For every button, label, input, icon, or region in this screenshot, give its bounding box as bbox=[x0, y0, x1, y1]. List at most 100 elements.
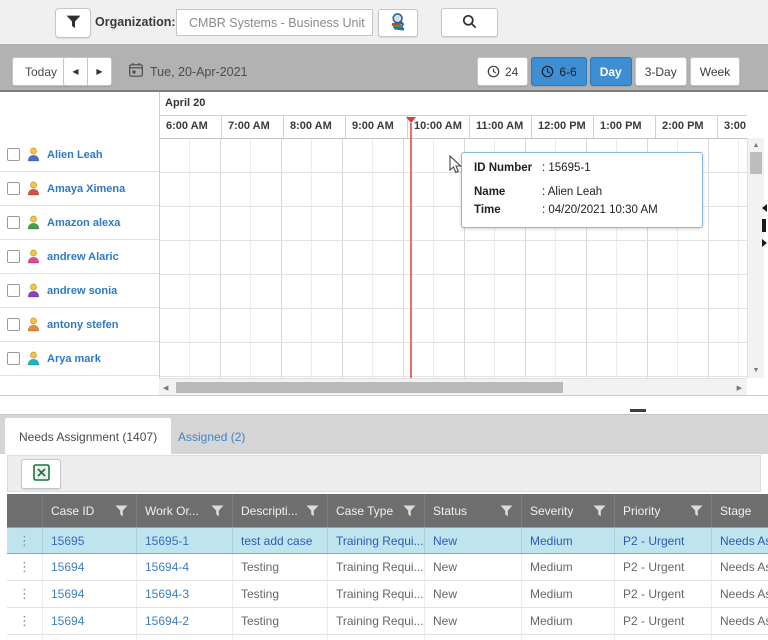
scroll-left-icon[interactable]: ◀ bbox=[163, 384, 168, 392]
resource-checkbox[interactable] bbox=[7, 318, 20, 331]
filter-icon[interactable] bbox=[593, 505, 606, 517]
cell-caseId[interactable]: 15694 bbox=[43, 554, 137, 580]
resource-name[interactable]: andrew Alaric bbox=[47, 251, 119, 263]
person-icon bbox=[27, 181, 40, 196]
case-row[interactable]: ⋮ 15695 15695-1 test add case Training Requi… bbox=[7, 527, 768, 554]
cell-workOrder[interactable]: 15694-4 bbox=[137, 554, 233, 580]
row-menu-button[interactable]: ⋮ bbox=[7, 528, 43, 553]
resource-checkbox[interactable] bbox=[7, 216, 20, 229]
side-panel-splitter[interactable] bbox=[762, 204, 768, 247]
view-button-3-day[interactable]: 3-Day bbox=[634, 57, 687, 86]
view-button-week[interactable]: Week bbox=[689, 57, 741, 86]
view-button-24[interactable]: 24 bbox=[477, 57, 529, 86]
column-header-description[interactable]: Descripti... bbox=[233, 494, 328, 527]
case-row[interactable]: ⋮ 15694 15694-4 Testing Training Requi... New… bbox=[7, 554, 768, 581]
hour-label: 10:00 AM bbox=[407, 116, 469, 138]
person-icon bbox=[27, 351, 40, 366]
cell-severity: Medium bbox=[522, 554, 615, 580]
hour-label: 1:00 PM bbox=[593, 116, 655, 138]
case-row[interactable]: ⋮ 15694 15694-2 Testing Training Requi... New… bbox=[7, 608, 768, 635]
cell-caseId[interactable]: 15694 bbox=[43, 608, 137, 634]
vertical-scrollbar-thumb[interactable] bbox=[750, 152, 762, 174]
export-excel-button[interactable] bbox=[21, 459, 61, 489]
cell-stage: Needs As bbox=[720, 560, 768, 574]
organization-input[interactable]: CMBR Systems - Business Unit bbox=[176, 9, 373, 36]
previous-day-button[interactable]: ◀ bbox=[63, 57, 88, 86]
view-button-day[interactable]: Day bbox=[589, 57, 632, 86]
cell-caseId bbox=[43, 635, 137, 640]
horizontal-splitter-grip[interactable] bbox=[630, 409, 646, 412]
row-menu-button[interactable]: ⋮ bbox=[7, 581, 43, 607]
hour-label: 7:00 AM bbox=[221, 116, 283, 138]
column-header-caseId[interactable]: Case ID bbox=[43, 494, 137, 527]
horizontal-scrollbar-thumb[interactable] bbox=[176, 382, 563, 393]
filter-icon[interactable] bbox=[690, 505, 703, 517]
organization-lookup-button[interactable] bbox=[378, 9, 418, 37]
case-row[interactable]: ⋮ 15694 15694-3 Testing Training Requi... New… bbox=[7, 581, 768, 608]
row-menu-button[interactable]: ⋮ bbox=[7, 608, 43, 634]
resource-name[interactable]: Amazon alexa bbox=[47, 217, 120, 229]
cell-workOrder[interactable]: 15695-1 bbox=[137, 528, 233, 553]
cell-workOrder[interactable]: 15694-3 bbox=[137, 581, 233, 607]
top-bar: Organization: CMBR Systems - Business Un… bbox=[0, 0, 768, 44]
splitter-grip[interactable] bbox=[762, 219, 766, 232]
next-day-button[interactable]: ▶ bbox=[87, 57, 112, 86]
date-picker[interactable]: Tue, 20-Apr-2021 bbox=[128, 57, 248, 86]
scroll-up-icon[interactable]: ▲ bbox=[748, 142, 764, 149]
cell-severity: Medium bbox=[522, 528, 615, 553]
filter-button[interactable] bbox=[55, 8, 91, 38]
cell-description: Testing bbox=[233, 581, 328, 607]
row-menu-button[interactable]: ⋮ bbox=[7, 554, 43, 580]
cell-status bbox=[425, 635, 522, 640]
resource-name[interactable]: Alien Leah bbox=[47, 149, 103, 161]
tab-assigned[interactable]: Assigned (2) bbox=[164, 418, 259, 455]
person-search-icon bbox=[388, 12, 408, 34]
filter-icon[interactable] bbox=[115, 505, 128, 517]
cell-caseId[interactable]: 15694 bbox=[43, 581, 137, 607]
column-header-severity[interactable]: Severity bbox=[522, 494, 615, 527]
filter-icon[interactable] bbox=[211, 505, 224, 517]
tooltip-row: ID Number: 15695-1 bbox=[474, 162, 591, 174]
collapse-left-icon[interactable] bbox=[762, 204, 767, 212]
filter-icon[interactable] bbox=[500, 505, 513, 517]
today-button[interactable]: Today bbox=[12, 57, 71, 86]
resource-checkbox[interactable] bbox=[7, 182, 20, 195]
search-button[interactable] bbox=[441, 8, 498, 37]
cell-workOrder[interactable]: 15694-2 bbox=[137, 608, 233, 634]
cell-priority: P2 - Urgent bbox=[615, 528, 712, 553]
resource-checkbox[interactable] bbox=[7, 250, 20, 263]
filter-icon[interactable] bbox=[403, 505, 416, 517]
resource-checkbox[interactable] bbox=[7, 352, 20, 365]
resource-name[interactable]: antony stefen bbox=[47, 319, 119, 331]
column-header-status[interactable]: Status bbox=[425, 494, 522, 527]
tab-needs-assignment[interactable]: Needs Assignment (1407) bbox=[5, 418, 172, 455]
resource-name[interactable]: andrew sonia bbox=[47, 285, 117, 297]
scroll-right-icon[interactable]: ▶ bbox=[737, 384, 742, 392]
resource-checkbox[interactable] bbox=[7, 148, 20, 161]
collapse-right-icon[interactable] bbox=[762, 239, 767, 247]
column-header-priority[interactable]: Priority bbox=[615, 494, 712, 527]
calendar-icon bbox=[128, 62, 144, 81]
view-switcher: 24 6-6 Day 3-Day Week bbox=[477, 57, 741, 86]
cell-description: Testing bbox=[233, 608, 328, 634]
column-header-stage: Stage bbox=[720, 503, 752, 518]
horizontal-scrollbar[interactable]: ◀ ▶ bbox=[159, 378, 747, 395]
column-header-workOrder[interactable]: Work Or... bbox=[137, 494, 233, 527]
hour-label: 11:00 AM bbox=[469, 116, 531, 138]
current-time-line bbox=[410, 123, 412, 378]
resource-row: Alien Leah bbox=[0, 138, 159, 172]
cell-caseId[interactable]: 15695 bbox=[43, 528, 137, 553]
filter-icon[interactable] bbox=[306, 505, 319, 517]
resource-name[interactable]: Arya mark bbox=[47, 353, 101, 365]
resource-list: Alien Leah Amaya Ximena Amazon alexa andrew… bbox=[0, 138, 159, 378]
column-header-caseType[interactable]: Case Type bbox=[328, 494, 425, 527]
clock-icon bbox=[542, 65, 554, 78]
resource-checkbox[interactable] bbox=[7, 284, 20, 297]
hour-label: 9:00 AM bbox=[345, 116, 407, 138]
vertical-scrollbar[interactable]: ▲ ▼ bbox=[747, 138, 764, 378]
hour-label: 3:00 PM bbox=[717, 116, 747, 138]
resource-row: Arya mark bbox=[0, 342, 159, 376]
resource-name[interactable]: Amaya Ximena bbox=[47, 183, 125, 195]
scroll-down-icon[interactable]: ▼ bbox=[748, 367, 764, 374]
view-button-6-6[interactable]: 6-6 bbox=[531, 57, 587, 86]
